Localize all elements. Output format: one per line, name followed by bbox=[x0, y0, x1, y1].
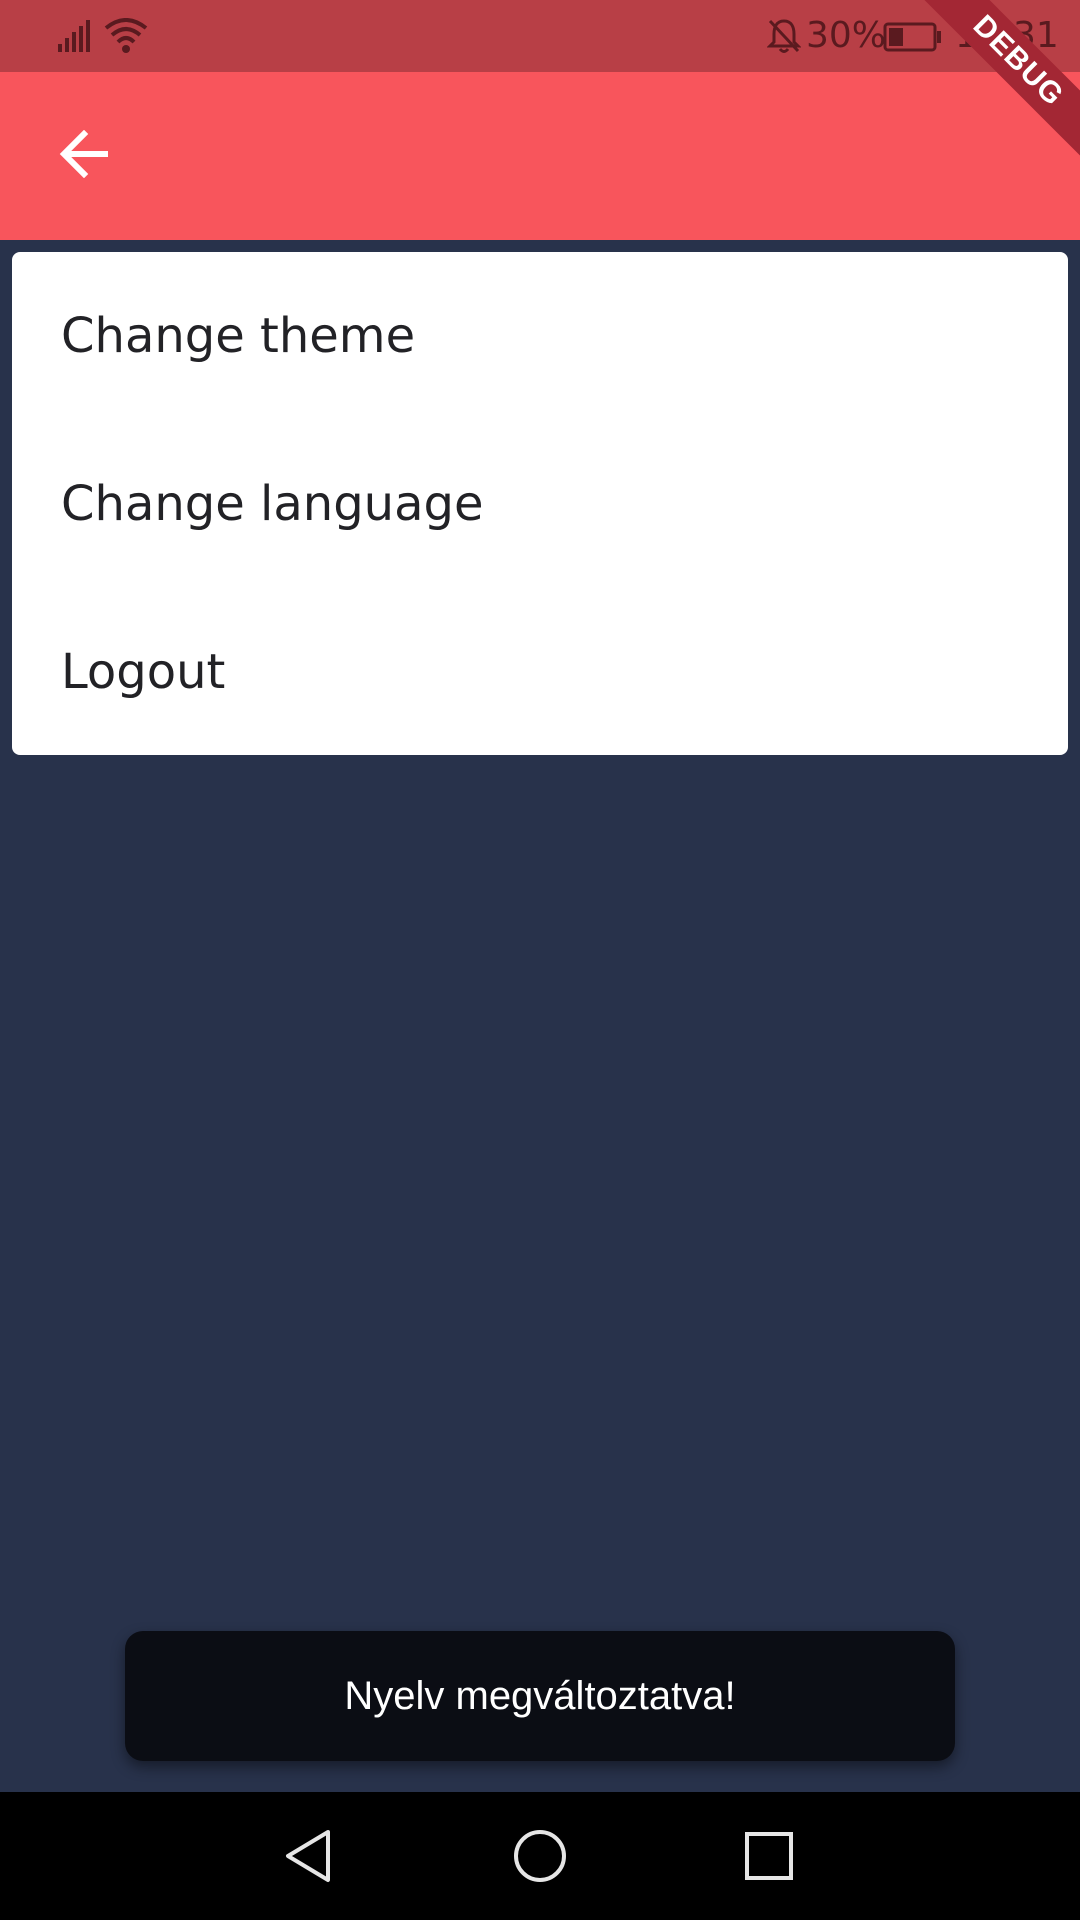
menu-item-logout[interactable]: Logout bbox=[12, 588, 1068, 755]
menu-item-label: Change language bbox=[61, 476, 484, 532]
status-bar: 30% 18:31 bbox=[0, 0, 1080, 72]
settings-menu-card: Change theme Change language Logout bbox=[12, 252, 1068, 755]
menu-item-change-theme[interactable]: Change theme bbox=[12, 252, 1068, 420]
signal-icon bbox=[58, 20, 90, 52]
snackbar-message: Nyelv megváltoztatva! bbox=[344, 1673, 736, 1718]
system-nav-bar bbox=[0, 1792, 1080, 1920]
battery-percent: 30% bbox=[806, 15, 887, 56]
menu-item-change-language[interactable]: Change language bbox=[12, 420, 1068, 588]
snackbar: Nyelv megváltoztatva! bbox=[125, 1631, 955, 1761]
bell-off-icon bbox=[767, 19, 801, 53]
recents-square-icon bbox=[745, 1832, 793, 1880]
back-triangle-icon bbox=[286, 1830, 330, 1882]
arrow-left-icon bbox=[59, 130, 108, 178]
nav-home-button[interactable] bbox=[504, 1820, 576, 1892]
back-button[interactable] bbox=[44, 114, 124, 194]
nav-recents-button[interactable] bbox=[733, 1820, 805, 1892]
nav-back-button[interactable] bbox=[272, 1820, 344, 1892]
app-bar bbox=[0, 72, 1080, 240]
menu-item-label: Logout bbox=[61, 644, 226, 700]
home-circle-icon bbox=[514, 1830, 566, 1882]
menu-item-label: Change theme bbox=[61, 308, 416, 364]
battery-icon bbox=[883, 22, 941, 52]
wifi-icon bbox=[104, 18, 148, 53]
clock: 18:31 bbox=[955, 15, 1059, 56]
